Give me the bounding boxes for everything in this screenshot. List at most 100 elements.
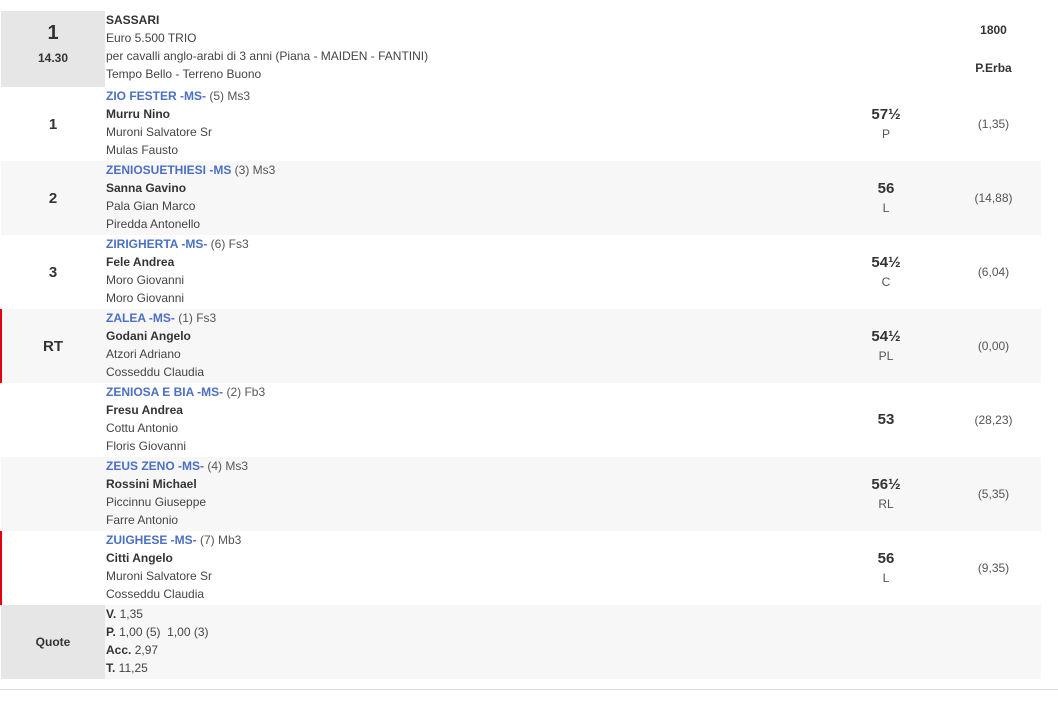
runner-row: 1 ZIO FESTER -MS- (5) Ms3 Murru Nino Muroni… bbox=[1, 87, 1041, 161]
runner-trainer: Muroni Salvatore Sr bbox=[106, 125, 213, 139]
runner-odds: (6,04) bbox=[977, 265, 1010, 279]
runner-weight-cell: 53 bbox=[826, 383, 946, 457]
runner-jockey: Rossini Michael bbox=[106, 477, 197, 491]
runner-info: ZEUS ZENO -MS- (4) Ms3 Rossini Michael Pic… bbox=[105, 457, 826, 531]
runner-jockey: Sanna Gavino bbox=[106, 181, 187, 195]
runner-horse-link[interactable]: ZALEA -MS- bbox=[106, 311, 175, 325]
runner-info: ZENIOSUETHIESI -MS (3) Ms3 Sanna Gavino Pa… bbox=[105, 161, 826, 235]
quote-acc-value: 2,97 bbox=[131, 643, 159, 657]
quote-vincente: V. 1,35 bbox=[106, 605, 826, 623]
runner-position: 3 bbox=[48, 263, 58, 281]
runner-position bbox=[1, 531, 105, 605]
quote-row: Quote V. 1,35 P. 1,00 (5) 1,00 (3) Acc. … bbox=[1, 605, 1041, 679]
runner-info: ZENIOSA E BIA -MS- (2) Fb3 Fresu Andrea Co… bbox=[105, 383, 826, 457]
runner-horse-line: ZALEA -MS- (1) Fs3 bbox=[106, 309, 826, 327]
race-distance: 1800 bbox=[980, 23, 1007, 37]
runner-horse-line: ZUIGHESE -MS- (7) Mb3 bbox=[106, 531, 826, 549]
runner-weight-cell: 57½ P bbox=[826, 87, 946, 161]
quote-values: V. 1,35 P. 1,00 (5) 1,00 (3) Acc. 2,97 T… bbox=[105, 605, 826, 679]
runner-weight: 57½ bbox=[871, 106, 901, 123]
runner-odds: (28,23) bbox=[974, 413, 1013, 427]
runner-horse-line: ZEUS ZENO -MS- (4) Ms3 bbox=[106, 457, 826, 475]
runner-code: L bbox=[882, 201, 890, 215]
runner-weight: 54½ bbox=[871, 328, 901, 345]
runner-position bbox=[1, 383, 105, 457]
runner-odds: (5,35) bbox=[977, 487, 1010, 501]
runner-horse-link[interactable]: ZIO FESTER -MS- bbox=[106, 89, 206, 103]
runner-horse-line: ZENIOSUETHIESI -MS (3) Ms3 bbox=[106, 161, 826, 179]
runner-jockey: Murru Nino bbox=[106, 107, 170, 121]
race-info: SASSARI Euro 5.500 TRIO per cavalli angl… bbox=[105, 11, 826, 87]
runner-owner: Piredda Antonello bbox=[106, 217, 201, 231]
bottom-divider bbox=[0, 689, 1058, 690]
race-time: 14.30 bbox=[37, 51, 69, 65]
runner-info: ZUIGHESE -MS- (7) Mb3 Citti Angelo Muroni … bbox=[105, 531, 826, 605]
runner-jockey: Fresu Andrea bbox=[106, 403, 183, 417]
runner-jockey: Fele Andrea bbox=[106, 255, 175, 269]
runner-horse-link[interactable]: ZENIOSUETHIESI -MS bbox=[106, 163, 231, 177]
runner-trainer: Pala Gian Marco bbox=[106, 199, 196, 213]
runner-code: PL bbox=[878, 349, 894, 363]
race-conditions: per cavalli anglo-arabi di 3 anni (Piana… bbox=[106, 49, 429, 63]
runner-position: 2 bbox=[48, 189, 58, 207]
runner-horse-details: (4) Ms3 bbox=[204, 459, 249, 473]
runner-code: L bbox=[882, 571, 890, 585]
quote-trio: T. 11,25 bbox=[106, 659, 826, 677]
race-number: 1 bbox=[47, 22, 59, 44]
runner-horse-link[interactable]: ZUIGHESE -MS- bbox=[106, 533, 197, 547]
runner-horse-link[interactable]: ZEUS ZENO -MS- bbox=[106, 459, 204, 473]
runner-horse-line: ZIO FESTER -MS- (5) Ms3 bbox=[106, 87, 826, 105]
race-judge: P.Erba bbox=[975, 61, 1012, 75]
runner-row: RT ZALEA -MS- (1) Fs3 Godani Angelo Atzori … bbox=[0, 309, 1041, 383]
runner-row: ZUIGHESE -MS- (7) Mb3 Citti Angelo Muroni … bbox=[0, 531, 1041, 605]
runner-owner: Floris Giovanni bbox=[106, 439, 187, 453]
runner-owner: Cosseddu Claudia bbox=[106, 587, 205, 601]
runner-position bbox=[1, 457, 105, 531]
runner-trainer: Atzori Adriano bbox=[106, 347, 181, 361]
runner-code: C bbox=[881, 275, 891, 289]
runner-horse-link[interactable]: ZIRIGHERTA -MS- bbox=[106, 237, 207, 251]
runner-weight: 56½ bbox=[871, 476, 901, 493]
runner-horse-details: (3) Ms3 bbox=[231, 163, 276, 177]
runner-horse-line: ZENIOSA E BIA -MS- (2) Fb3 bbox=[106, 383, 826, 401]
quote-v-label: V. bbox=[106, 607, 117, 621]
race-venue: SASSARI bbox=[106, 13, 160, 27]
runner-horse-link[interactable]: ZENIOSA E BIA -MS- bbox=[106, 385, 223, 399]
quote-v-value: 1,35 bbox=[116, 607, 143, 621]
quote-p-value: 1,00 (5) 1,00 (3) bbox=[115, 625, 209, 639]
quote-t-value: 11,25 bbox=[115, 661, 148, 675]
runner-jockey: Godani Angelo bbox=[106, 329, 191, 343]
runner-trainer: Moro Giovanni bbox=[106, 273, 185, 287]
runner-odds: (14,88) bbox=[974, 191, 1013, 205]
runner-row: ZEUS ZENO -MS- (4) Ms3 Rossini Michael Pic… bbox=[1, 457, 1041, 531]
quote-t-label: T. bbox=[106, 661, 116, 675]
runner-owner: Cosseddu Claudia bbox=[106, 365, 205, 379]
runner-horse-details: (6) Fs3 bbox=[207, 237, 249, 251]
race-table: 1 14.30 SASSARI Euro 5.500 TRIO per cava… bbox=[0, 11, 1041, 679]
runner-weight-cell: 54½ C bbox=[826, 235, 946, 309]
runner-weight: 56 bbox=[877, 550, 895, 567]
runner-owner: Mulas Fausto bbox=[106, 143, 179, 157]
runner-row: 2 ZENIOSUETHIESI -MS (3) Ms3 Sanna Gavino P… bbox=[1, 161, 1041, 235]
race-meta: 1800 P.Erba bbox=[946, 11, 1041, 87]
race-results-page: 1 14.30 SASSARI Euro 5.500 TRIO per cava… bbox=[0, 0, 1058, 705]
runner-jockey: Citti Angelo bbox=[106, 551, 173, 565]
runner-weight-cell: 54½ PL bbox=[826, 309, 946, 383]
runner-horse-details: (2) Fb3 bbox=[223, 385, 266, 399]
runner-horse-details: (5) Ms3 bbox=[206, 89, 251, 103]
runner-horse-line: ZIRIGHERTA -MS- (6) Fs3 bbox=[106, 235, 826, 253]
runner-weight: 56 bbox=[877, 180, 895, 197]
runner-weight-cell: 56 L bbox=[826, 531, 946, 605]
runner-weight: 53 bbox=[877, 411, 895, 428]
runners-list: 1 ZIO FESTER -MS- (5) Ms3 Murru Nino Muroni… bbox=[0, 87, 1041, 605]
runner-row: ZENIOSA E BIA -MS- (2) Fb3 Fresu Andrea Co… bbox=[1, 383, 1041, 457]
runner-trainer: Cottu Antonio bbox=[106, 421, 179, 435]
race-header: 1 14.30 SASSARI Euro 5.500 TRIO per cava… bbox=[1, 11, 1041, 87]
race-number-cell: 1 14.30 bbox=[1, 11, 105, 87]
runner-code: P bbox=[881, 127, 890, 141]
quote-filler bbox=[826, 605, 1041, 679]
runner-weight: 54½ bbox=[871, 254, 901, 271]
runner-row: 3 ZIRIGHERTA -MS- (6) Fs3 Fele Andrea Moro … bbox=[1, 235, 1041, 309]
runner-info: ZIO FESTER -MS- (5) Ms3 Murru Nino Muroni … bbox=[105, 87, 826, 161]
race-prize: Euro 5.500 TRIO bbox=[106, 31, 197, 45]
